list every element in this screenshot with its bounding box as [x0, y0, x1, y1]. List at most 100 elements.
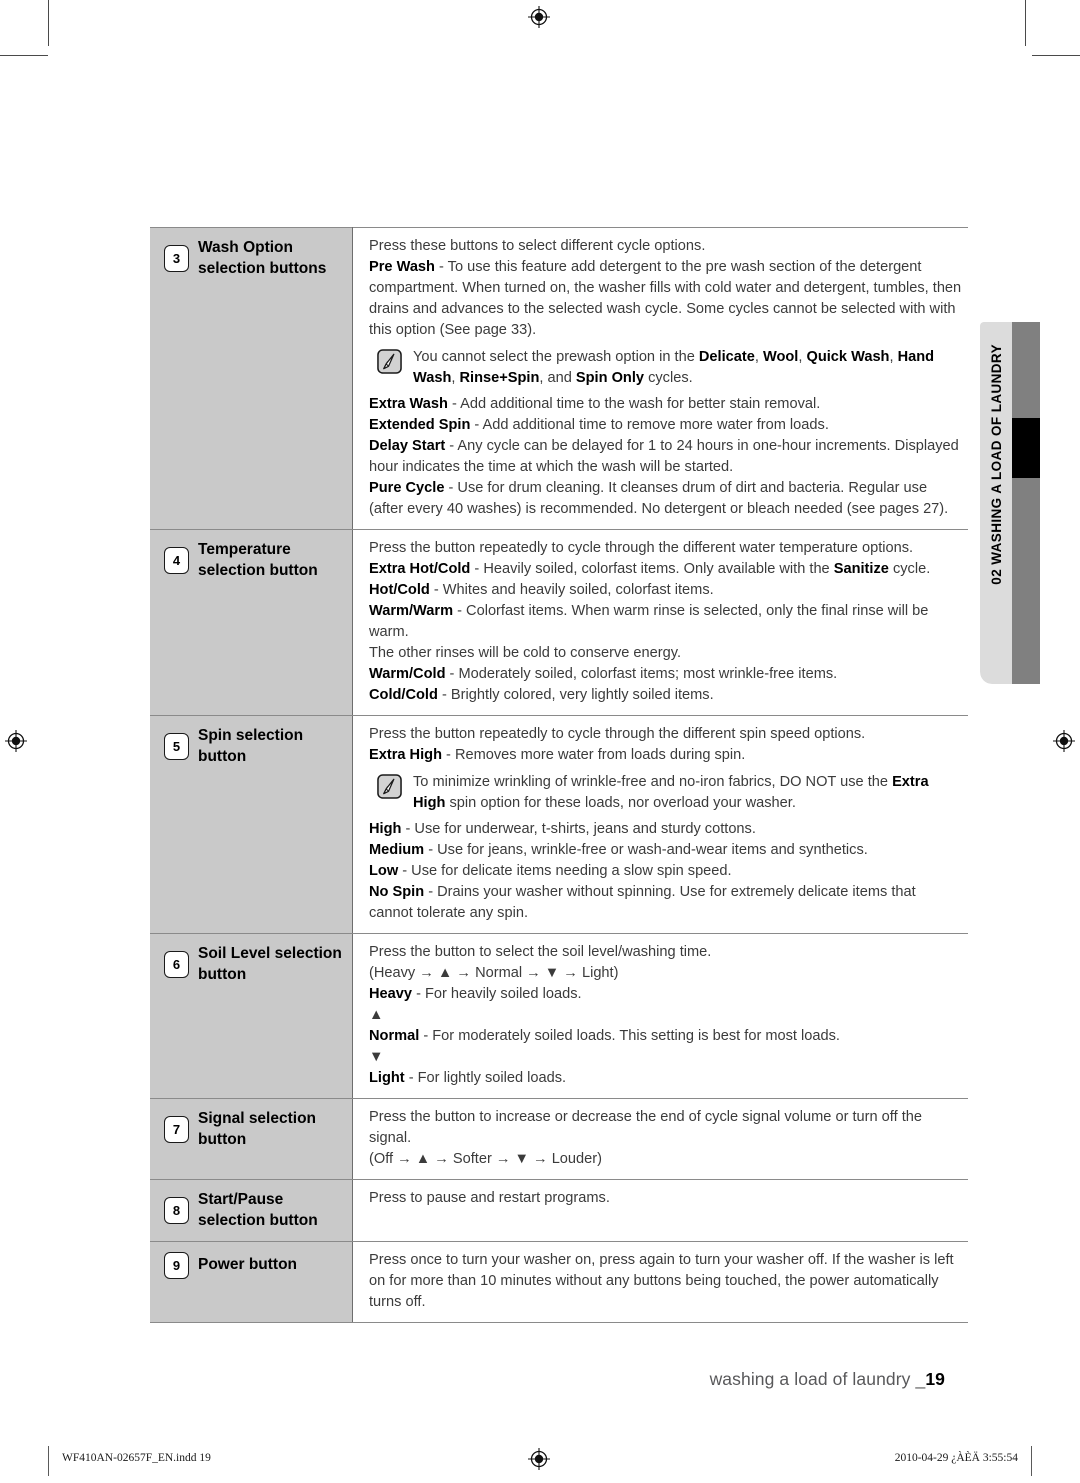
- description-cell: Press these buttons to select different …: [352, 227, 968, 530]
- control-panel-description-table: 3 Wash Option selection buttons Press th…: [150, 227, 968, 1324]
- description-cell: Press the button repeatedly to cycle thr…: [352, 715, 968, 934]
- row-label: Wash Option selection buttons: [198, 239, 327, 277]
- row-number-badge: 3: [164, 245, 189, 273]
- description-line: Press the button repeatedly to cycle thr…: [369, 540, 914, 556]
- crop-mark-top-right: [1025, 0, 1026, 46]
- table-row: 4 Temperature selection button Press the…: [150, 529, 968, 716]
- label-cell: 4 Temperature selection button: [150, 529, 353, 716]
- crop-mark-left-top: [0, 55, 48, 56]
- footer-rule-right: [1031, 1446, 1032, 1476]
- description-line: Extra Hot/Cold - Heavily soiled, colorfa…: [369, 561, 931, 577]
- description-line-arrow-down: ▼: [369, 1049, 384, 1065]
- label-inner: 3 Wash Option selection buttons: [150, 228, 352, 289]
- row-number-badge: 8: [164, 1197, 189, 1225]
- description-cell: Press once to turn your washer on, press…: [352, 1241, 968, 1324]
- indd-file-name: WF410AN-02657F_EN.indd 19: [62, 1452, 211, 1464]
- label-cell: 5 Spin selection button: [150, 715, 353, 934]
- description-line: Hot/Cold - Whites and heavily soiled, co…: [369, 582, 714, 598]
- page-number: 19: [925, 1369, 945, 1389]
- description-line: Extended Spin - Add additional time to r…: [369, 417, 829, 433]
- label-cell: 9 Power button: [150, 1241, 353, 1324]
- note-text: To minimize wrinkling of wrinkle-free an…: [413, 774, 929, 811]
- description-cell: Press the button to increase or decrease…: [352, 1098, 968, 1180]
- label-inner: 6 Soil Level selection button: [150, 934, 352, 995]
- description-line: Medium - Use for jeans, wrinkle-free or …: [369, 842, 868, 858]
- note-block: To minimize wrinkling of wrinkle-free an…: [369, 772, 962, 814]
- table-row: 7 Signal selection button Press the butt…: [150, 1098, 968, 1180]
- crop-mark-top-left: [48, 0, 49, 46]
- footer-rule-left: [48, 1446, 49, 1476]
- note-pen-icon: [377, 774, 402, 799]
- description-line: Cold/Cold - Brightly colored, very light…: [369, 687, 714, 703]
- registration-mark-bottom: [528, 1448, 550, 1470]
- description-line: High - Use for underwear, t-shirts, jean…: [369, 821, 756, 837]
- description-line: Delay Start - Any cycle can be delayed f…: [369, 438, 959, 475]
- description-line-arrow-up: ▲: [369, 1007, 384, 1023]
- note-pen-icon: [377, 349, 402, 374]
- description-line: Light - For lightly soiled loads.: [369, 1070, 567, 1086]
- registration-mark-top: [528, 6, 550, 28]
- description-line: Pre Wash - To use this feature add deter…: [369, 259, 962, 338]
- side-chapter-tab: 02 WASHING A LOAD OF LAUNDRY: [980, 322, 1040, 684]
- description-line: Pure Cycle - Use for drum cleaning. It c…: [369, 480, 949, 517]
- crop-mark-right-top: [1032, 55, 1080, 56]
- description-line: Press the button to select the soil leve…: [369, 944, 712, 960]
- label-inner: 8 Start/Pause selection button: [150, 1180, 352, 1241]
- table-row: 8 Start/Pause selection button Press to …: [150, 1178, 968, 1243]
- running-footer-text: washing a load of laundry _: [709, 1369, 926, 1389]
- description-cell: Press the button repeatedly to cycle thr…: [352, 529, 968, 716]
- description-line: Extra Wash - Add additional time to the …: [369, 396, 821, 412]
- description-line: Warm/Warm - Colorfast items. When warm r…: [369, 603, 929, 640]
- registration-mark-right: [1053, 730, 1075, 752]
- row-number-badge: 7: [164, 1116, 189, 1144]
- label-cell: 7 Signal selection button: [150, 1098, 353, 1180]
- description-cell: Press the button to select the soil leve…: [352, 933, 968, 1099]
- label-inner: 7 Signal selection button: [150, 1099, 352, 1160]
- side-tab-dark-band: [1012, 322, 1040, 684]
- label-cell: 6 Soil Level selection button: [150, 933, 353, 1099]
- row-label: Power button: [198, 1256, 298, 1274]
- table-body: 3 Wash Option selection buttons Press th…: [150, 227, 968, 1324]
- print-timestamp: 2010-04-29 ¿ÀÈÄ 3:55:54: [894, 1452, 1018, 1464]
- description-line: Press once to turn your washer on, press…: [369, 1252, 954, 1311]
- description-line: The other rinses will be cold to conserv…: [369, 645, 682, 661]
- table-row: 3 Wash Option selection buttons Press th…: [150, 227, 968, 530]
- side-tab-label: 02 WASHING A LOAD OF LAUNDRY: [988, 344, 1004, 585]
- description-cell: Press to pause and restart programs.: [352, 1178, 968, 1243]
- table-row: 6 Soil Level selection button Press the …: [150, 933, 968, 1099]
- description-line: Press these buttons to select different …: [369, 238, 706, 254]
- registration-mark-left: [5, 730, 27, 752]
- description-line: Warm/Cold - Moderately soiled, colorfast…: [369, 666, 838, 682]
- description-line: Press the button to increase or decrease…: [369, 1109, 922, 1146]
- running-footer: washing a load of laundry _19: [710, 1369, 945, 1390]
- row-label: Spin selection button: [198, 727, 304, 765]
- description-line: Heavy - For heavily soiled loads.: [369, 986, 582, 1002]
- row-number-badge: 9: [164, 1252, 189, 1280]
- description-line: Press to pause and restart programs.: [369, 1190, 610, 1206]
- description-line: No Spin - Drains your washer without spi…: [369, 884, 916, 921]
- table-row: 5 Spin selection button Press the button…: [150, 715, 968, 934]
- table-row: 9 Power button Press once to turn your w…: [150, 1241, 968, 1324]
- description-line: Low - Use for delicate items needing a s…: [369, 863, 732, 879]
- description-line: Extra High - Removes more water from loa…: [369, 747, 746, 763]
- label-inner: 9 Power button: [150, 1242, 352, 1289]
- manual-page: 02 WASHING A LOAD OF LAUNDRY 3 Wash Opti…: [0, 0, 1080, 1483]
- label-inner: 5 Spin selection button: [150, 716, 352, 777]
- row-label: Temperature selection button: [198, 541, 318, 579]
- description-line: Normal - For moderately soiled loads. Th…: [369, 1028, 840, 1044]
- row-label: Signal selection button: [198, 1110, 317, 1148]
- row-number-badge: 5: [164, 733, 189, 761]
- row-number-badge: 4: [164, 547, 189, 575]
- description-line: Press the button repeatedly to cycle thr…: [369, 726, 866, 742]
- row-label: Start/Pause selection button: [198, 1191, 318, 1229]
- side-tab-text-wrap: 02 WASHING A LOAD OF LAUNDRY: [980, 322, 1012, 684]
- note-block: You cannot select the prewash option in …: [369, 347, 962, 389]
- side-tab-chapter-marker: [1012, 418, 1040, 478]
- label-cell: 3 Wash Option selection buttons: [150, 227, 353, 530]
- description-line: (Off → ▲ → Softer → ▼ → Louder): [369, 1151, 602, 1167]
- label-cell: 8 Start/Pause selection button: [150, 1178, 353, 1243]
- row-number-badge: 6: [164, 951, 189, 979]
- label-inner: 4 Temperature selection button: [150, 530, 352, 591]
- description-line: (Heavy → ▲ → Normal → ▼ → Light): [369, 965, 619, 981]
- note-text: You cannot select the prewash option in …: [413, 349, 935, 386]
